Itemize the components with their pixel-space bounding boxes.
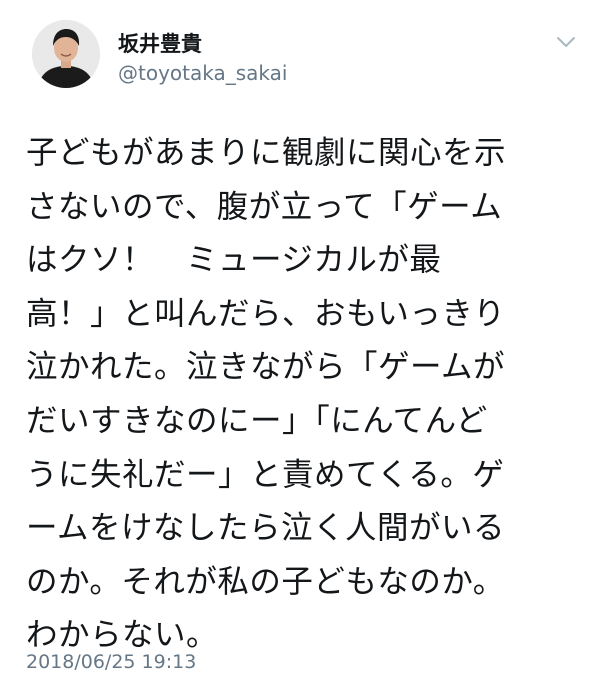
tweet-text-line: 子どもがあまりに観劇に関心を示 <box>26 135 507 171</box>
timestamp[interactable]: 2018/06/25 19:13 <box>26 650 196 674</box>
tweet-card: 坂井豊貴 @toyotaka_sakai 子どもがあまりに観劇に関心を示 さない… <box>0 0 600 692</box>
avatar[interactable] <box>32 20 100 88</box>
user-avatar-icon <box>32 20 100 88</box>
tweet-text-line: ームをけなしたら泣く人間がいる <box>26 510 506 547</box>
tweet-text-line: さないので、腹が立って「ゲーム <box>26 188 503 225</box>
chevron-down-icon[interactable] <box>552 28 580 56</box>
tweet-text-line: のか。それが私の子どもなのか。 <box>26 563 505 600</box>
tweet-text-line: 高！」と叫んだら、おもいっきり <box>26 295 506 332</box>
display-name[interactable]: 坂井豊貴 <box>118 31 202 57</box>
user-handle[interactable]: @toyotaka_sakai <box>118 61 287 85</box>
tweet-text-line: うに失礼だー」と責めてくる。ゲ <box>26 456 505 493</box>
tweet-text: 子どもがあまりに観劇に関心を示 さないので、腹が立って「ゲーム はクソ！ ミュー… <box>26 127 586 663</box>
tweet-text-line: 泣かれた。泣きながら「ゲームが <box>26 349 506 386</box>
tweet-text-line: だいすきなのにー」「にんてんど <box>26 402 488 439</box>
tweet-text-line: はクソ！ ミュージカルが最 <box>26 242 442 279</box>
